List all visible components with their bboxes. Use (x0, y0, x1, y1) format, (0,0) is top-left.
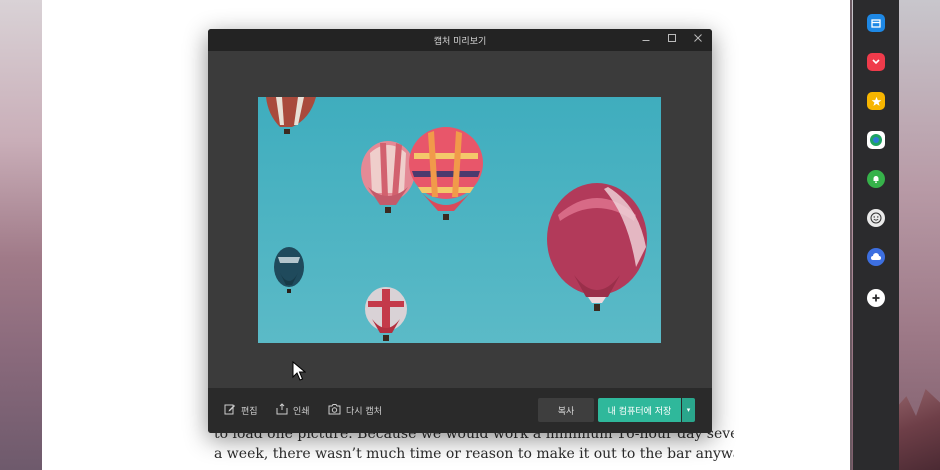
save-to-computer-button[interactable]: 내 컴퓨터에 저장 (598, 398, 681, 422)
notification-icon[interactable] (867, 170, 885, 188)
article-line: a week, there wasn’t much time or reason… (214, 446, 734, 462)
window-title: 캡처 미리보기 (433, 37, 487, 47)
edit-label: 편집 (241, 407, 258, 417)
save-options-dropdown[interactable]: ▾ (682, 398, 695, 422)
star-icon[interactable] (867, 92, 885, 110)
recapture-label: 다시 캡처 (346, 407, 382, 417)
cloud-icon[interactable] (867, 248, 885, 266)
edit-button[interactable]: 편집 (224, 403, 258, 418)
smile-icon[interactable] (867, 209, 885, 227)
capture-preview-window: 캡처 미리보기 편집 인쇄 다시 캡처 복사 내 컴퓨터에 저장 ▾ (208, 29, 712, 433)
edit-icon (224, 403, 236, 418)
copy-button[interactable]: 복사 (538, 398, 594, 422)
pocket-icon[interactable] (867, 53, 885, 71)
recapture-button[interactable]: 다시 캡처 (328, 403, 382, 418)
print-icon (276, 403, 288, 418)
calendar-icon[interactable] (867, 14, 885, 32)
desktop-wallpaper-left (0, 0, 42, 470)
minimize-icon[interactable] (638, 32, 654, 48)
add-icon[interactable] (867, 289, 885, 307)
mouse-cursor-icon (292, 361, 306, 381)
maximize-icon[interactable] (664, 32, 680, 48)
close-icon[interactable] (690, 32, 706, 48)
camera-icon (328, 403, 341, 418)
preview-area (208, 51, 712, 388)
side-dock (853, 0, 899, 470)
print-label: 인쇄 (293, 407, 310, 417)
captured-image (258, 97, 661, 343)
caret-down-icon: ▾ (686, 406, 691, 414)
print-button[interactable]: 인쇄 (276, 403, 310, 418)
title-bar[interactable]: 캡처 미리보기 (208, 29, 712, 51)
browser-icon[interactable] (867, 131, 885, 149)
action-bar: 편집 인쇄 다시 캡처 복사 내 컴퓨터에 저장 ▾ (208, 388, 712, 433)
